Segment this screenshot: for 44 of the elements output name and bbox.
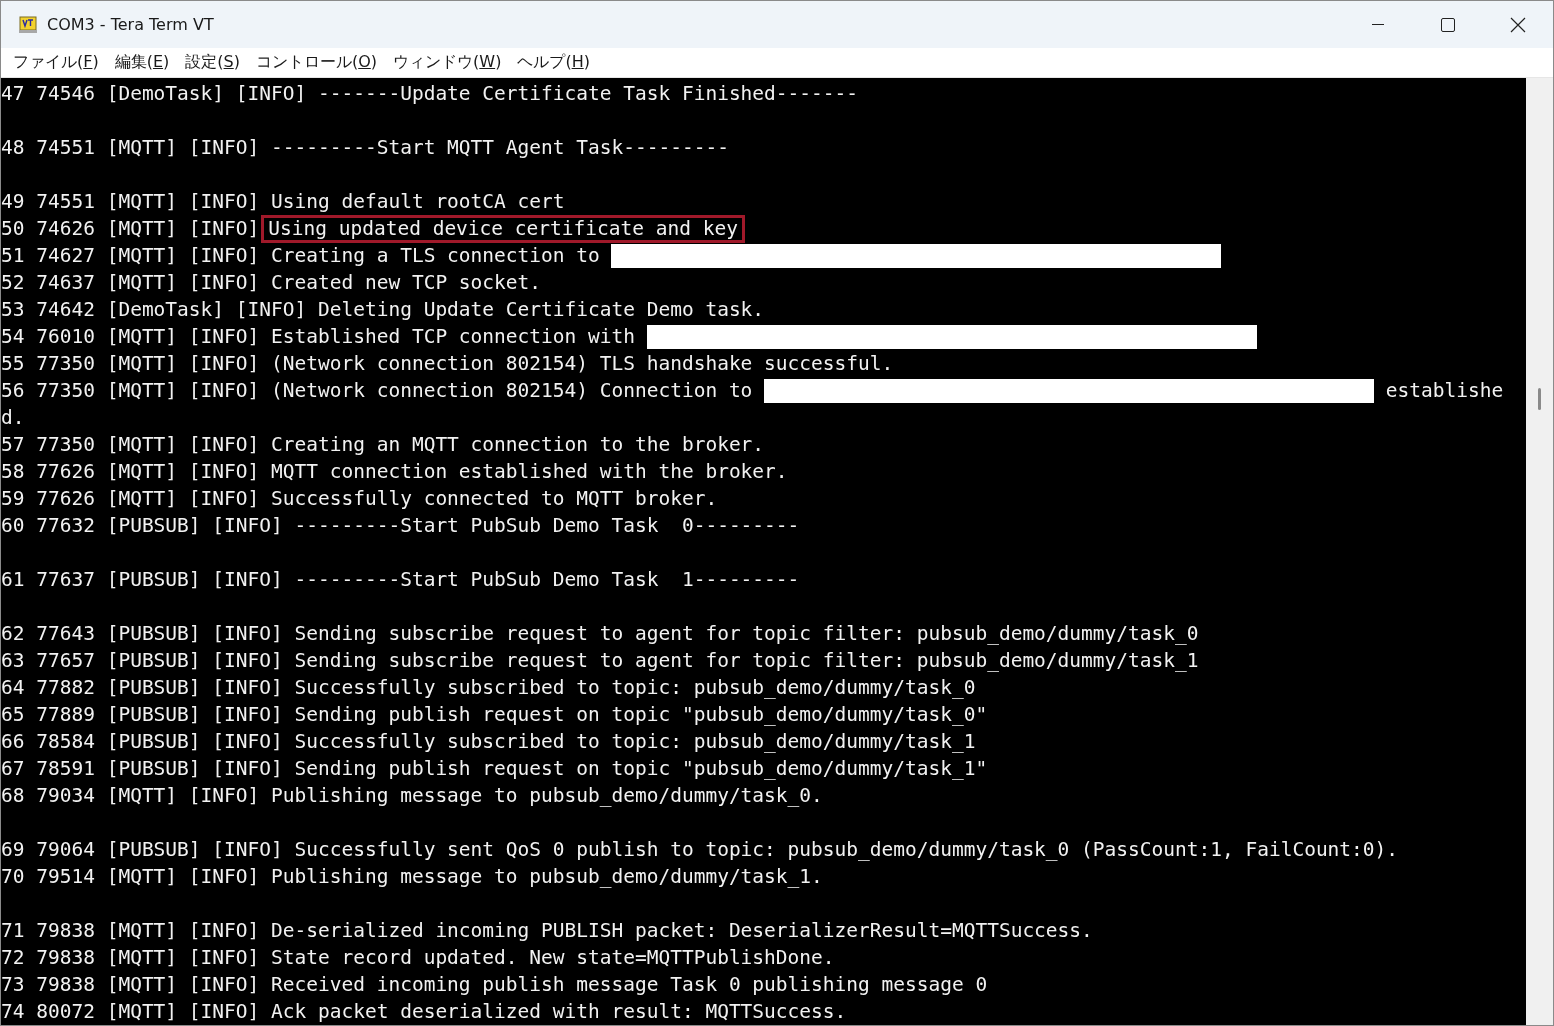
- minimize-icon: [1372, 23, 1384, 26]
- menu-item[interactable]: 編集(E): [106, 49, 178, 76]
- terminal-text: 61 77637 [PUBSUB] [INFO] ---------Start PubSub Demo Task 1---------: [1, 567, 800, 593]
- terminal-text: 50 74626 [MQTT] [INFO]: [1, 216, 260, 242]
- terminal-text: 59 77626 [MQTT] [INFO] Successfully connected to MQTT broker.: [1, 486, 718, 512]
- terminal-text: 67 78591 [PUBSUB] [INFO] Sending publish request on topic "pubsub_demo/dummy/task_1": [1, 756, 988, 782]
- scrollbar-thumb[interactable]: [1538, 388, 1541, 410]
- terminal-text: 69 79064 [PUBSUB] [INFO] Successfully sent QoS 0 publish to topic: pubsub_demo/dummy/task_0 (PassCount:1, FailCount:0).: [1, 837, 1399, 863]
- menu-item[interactable]: ヘルプ(H): [509, 49, 598, 76]
- terminal-text: 47 74546 [DemoTask] [INFO] -------Update Certificate Task Finished-------: [1, 81, 859, 107]
- app-icon: [19, 15, 37, 34]
- terminal-text: 68 79034 [MQTT] [INFO] Publishing message to pubsub_demo/dummy/task_0.: [1, 783, 823, 809]
- terminal-text: establishe: [1384, 378, 1504, 404]
- terminal-text: 51 74627 [MQTT] [INFO] Creating a TLS connection to: [1, 243, 601, 269]
- terminal-text: 72 79838 [MQTT] [INFO] State record updated. New state=MQTTPublishDone.: [1, 945, 835, 971]
- window-title: COM3 - Tera Term VT: [47, 15, 214, 34]
- terminal-text: 62 77643 [PUBSUB] [INFO] Sending subscribe request to agent for topic filter: pubsub_demo/dummy/task_0: [1, 621, 1199, 647]
- close-icon: [1510, 16, 1526, 33]
- terminal-text: 55 77350 [MQTT] [INFO] (Network connection 802154) TLS handshake successful.: [1, 351, 894, 377]
- terminal-text: d.: [1, 405, 25, 431]
- terminal-text: 70 79514 [MQTT] [INFO] Publishing message to pubsub_demo/dummy/task_1.: [1, 864, 823, 890]
- menu-item[interactable]: コントロール(O): [247, 49, 386, 76]
- terminal-text: 56 77350 [MQTT] [INFO] (Network connection 802154) Connection to: [1, 378, 754, 404]
- terminal-text: 63 77657 [PUBSUB] [INFO] Sending subscribe request to agent for topic filter: pubsub_demo/dummy/task_1: [1, 648, 1199, 674]
- highlight-box: Using updated device certificate and key: [261, 214, 745, 243]
- scrollbar[interactable]: [1526, 78, 1553, 1025]
- terminal-text: 52 74637 [MQTT] [INFO] Created new TCP socket.: [1, 270, 542, 296]
- terminal-text: 74 80072 [MQTT] [INFO] Ack packet deserialized with result: MQTTSuccess.: [1, 999, 847, 1025]
- terminal-text: 71 79838 [MQTT] [INFO] De-serialized incoming PUBLISH packet: DeserializerResult=MQTTSuccess.: [1, 918, 1093, 944]
- maximize-icon: [1441, 17, 1455, 32]
- terminal-text: 65 77889 [PUBSUB] [INFO] Sending publish request on topic "pubsub_demo/dummy/task_0": [1, 702, 988, 728]
- terminal-text: 48 74551 [MQTT] [INFO] ---------Start MQTT Agent Task---------: [1, 135, 729, 161]
- terminal-text: 73 79838 [MQTT] [INFO] Received incoming publish message Task 0 publishing message 0: [1, 972, 988, 998]
- menu-item[interactable]: 設定(S): [177, 49, 248, 76]
- terminal-text: 53 74642 [DemoTask] [INFO] Deleting Update Certificate Demo task.: [1, 297, 765, 323]
- terminal-text: 49 74551 [MQTT] [INFO] Using default rootCA cert: [1, 189, 565, 215]
- terminal-text: 66 78584 [PUBSUB] [INFO] Successfully subscribed to topic: pubsub_demo/dummy/task_1: [1, 729, 976, 755]
- terminal-text: 60 77632 [PUBSUB] [INFO] ---------Start PubSub Demo Task 0---------: [1, 513, 800, 539]
- menu-item[interactable]: ウィンドウ(W): [385, 49, 510, 76]
- terminal-text: 64 77882 [PUBSUB] [INFO] Successfully subscribed to topic: pubsub_demo/dummy/task_0: [1, 675, 976, 701]
- terminal-text: 57 77350 [MQTT] [INFO] Creating an MQTT connection to the broker.: [1, 432, 765, 458]
- terminal-text: 54 76010 [MQTT] [INFO] Established TCP connection with: [1, 324, 636, 350]
- terminal-text: 58 77626 [MQTT] [INFO] MQTT connection established with the broker.: [1, 459, 788, 485]
- menu-item[interactable]: ファイル(F): [5, 49, 107, 76]
